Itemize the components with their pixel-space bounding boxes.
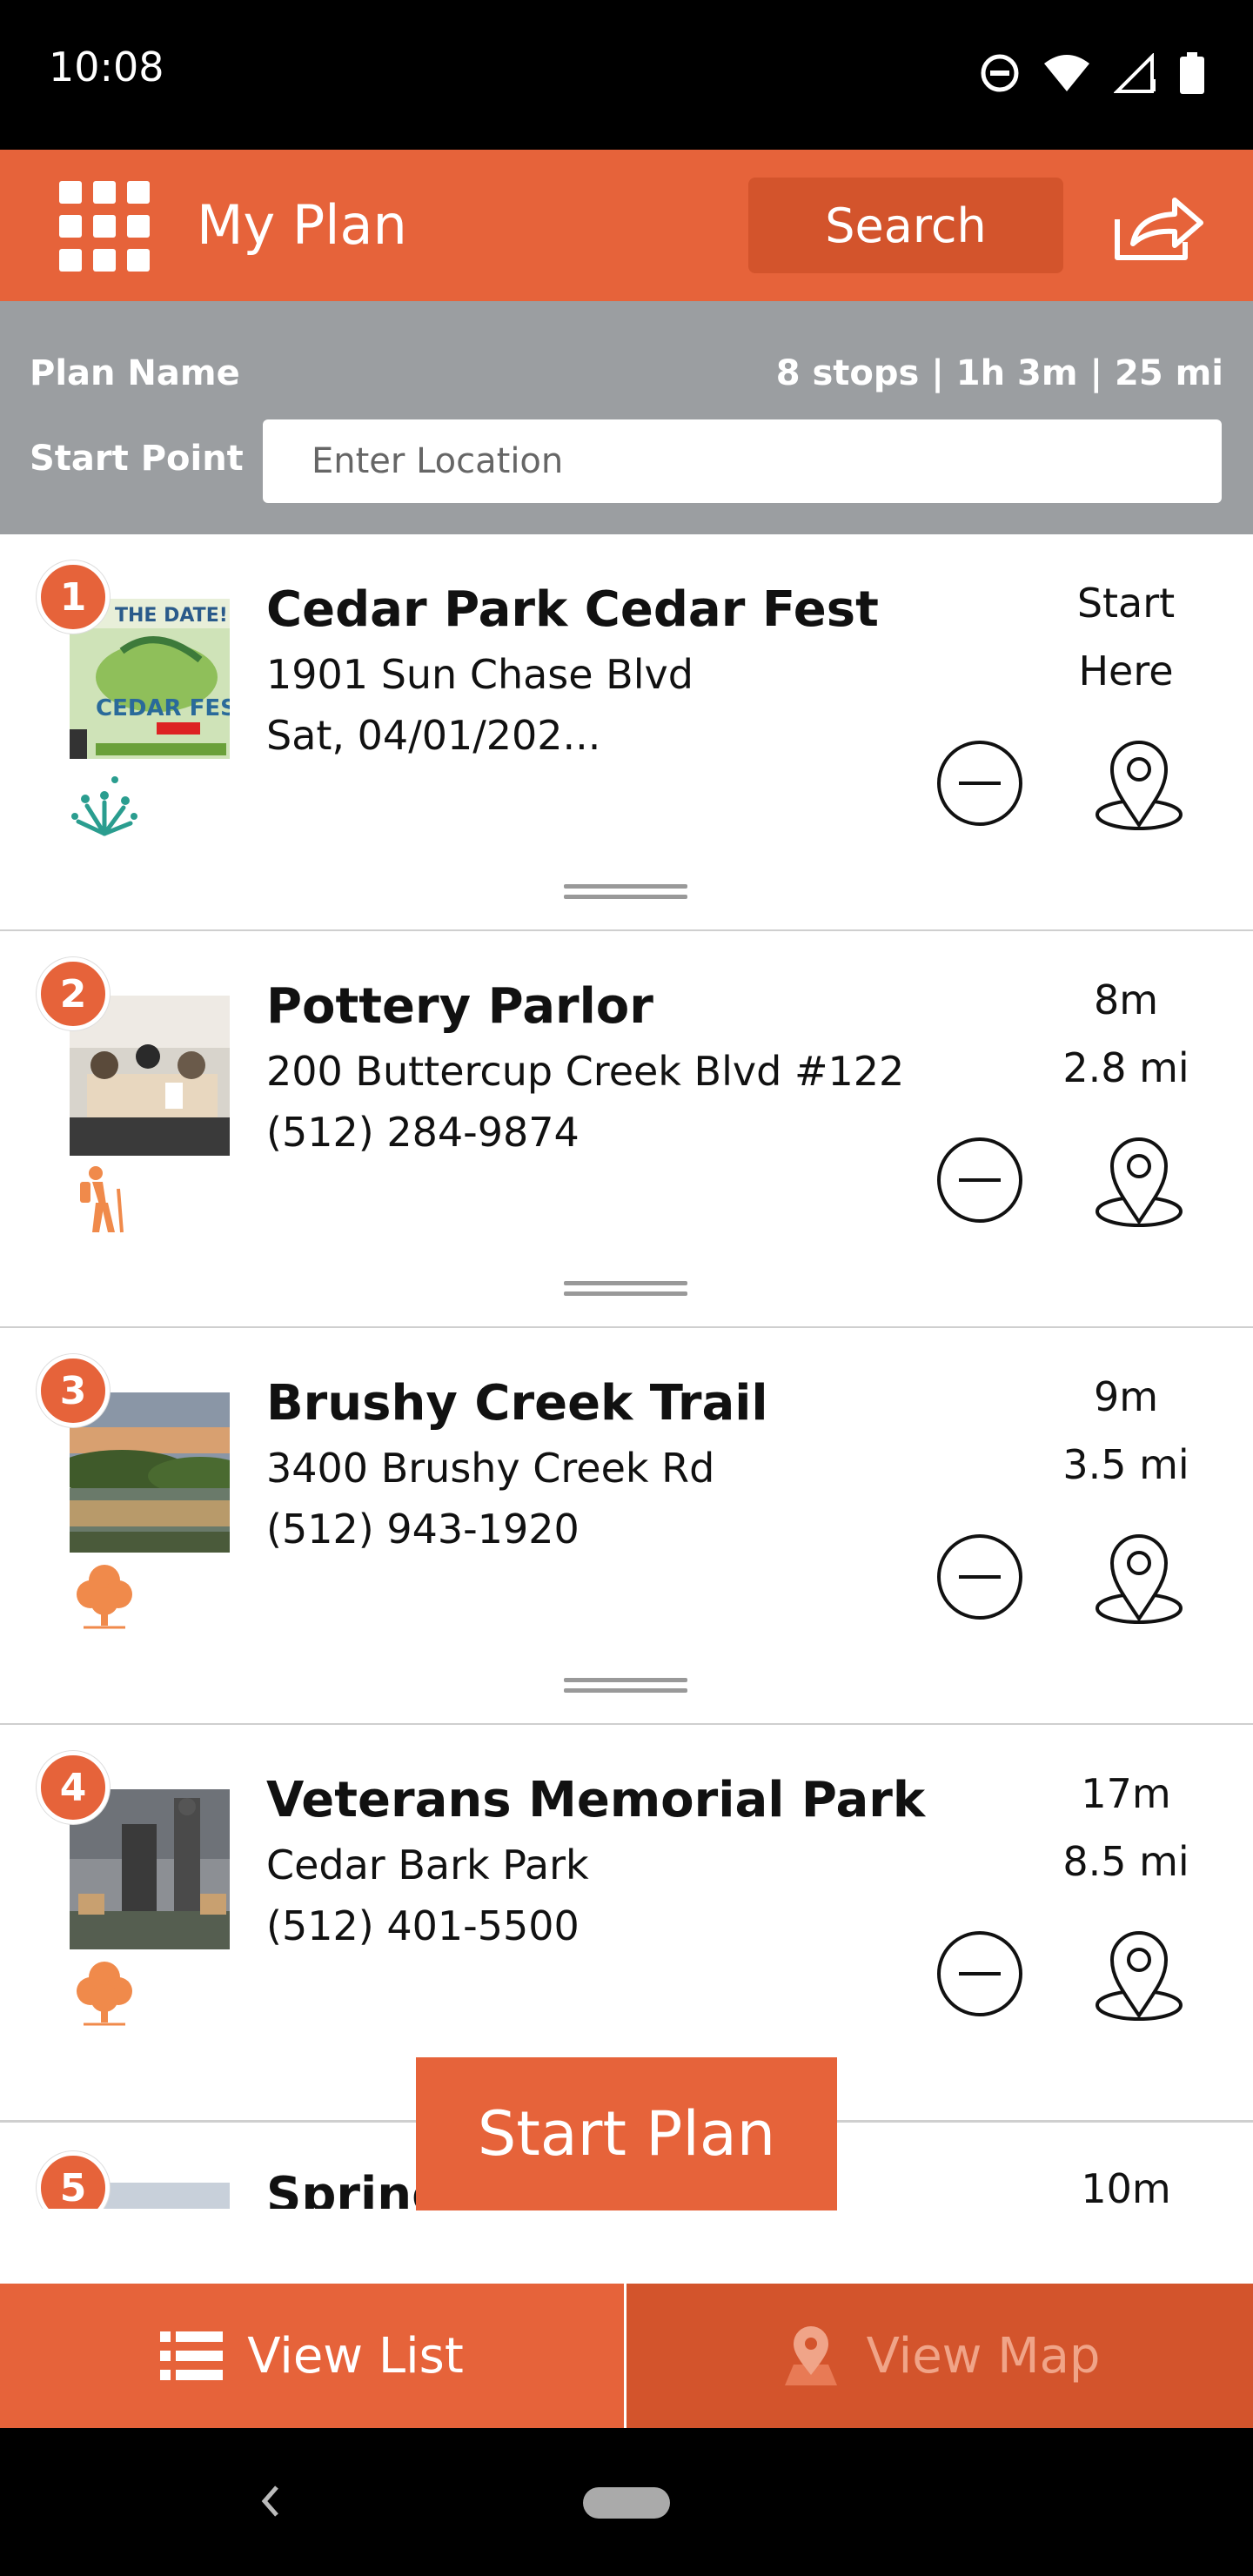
map-pin-icon[interactable] [1093,1131,1185,1229]
system-nav-bar [0,2428,1253,2576]
map-pin-icon [784,2326,837,2385]
stop-name[interactable]: Cedar Park Cedar Fest [266,581,879,638]
fireworks-icon [71,776,137,836]
stop-travel-time: 9m [1093,1373,1159,1420]
stop-address: Cedar Bark Park [266,1841,589,1888]
stop-travel-time: 8m [1093,976,1159,1023]
stop-number-badge: 2 [37,957,110,1030]
search-button[interactable]: Search [748,178,1063,273]
stop-travel-time: 10m [1081,2165,1171,2209]
stop-thumbnail [103,2183,230,2209]
plan-name-label[interactable]: Plan Name [30,353,240,393]
stop-detail: Sat, 04/01/202... [266,712,601,759]
hiker-icon [80,1166,124,1233]
back-icon[interactable] [252,2475,287,2527]
stop-travel-time: Start [1076,580,1176,627]
home-pill[interactable] [583,2487,670,2519]
drag-handle-icon[interactable] [564,884,687,902]
stop-number-badge: 1 [37,560,110,634]
do-not-disturb-icon [981,54,1019,92]
drag-handle-icon[interactable] [564,1678,687,1695]
stop-item[interactable]: 2 Pottery Parlor 200 Buttercup Creek Blv… [0,931,1253,1329]
remove-stop-button[interactable] [935,738,1025,828]
start-location-input[interactable] [263,419,1222,503]
map-pin-icon[interactable] [1093,1528,1185,1626]
map-pin-icon[interactable] [1093,1925,1185,2023]
list-icon [160,2331,224,2380]
drag-handle-icon[interactable] [564,1281,687,1298]
tab-view-list[interactable]: View List [0,2284,626,2428]
tab-view-map[interactable]: View Map [626,2284,1253,2428]
stop-phone[interactable]: (512) 401-5500 [266,1902,580,1949]
tree-icon [77,1565,132,1629]
map-pin-icon[interactable] [1093,735,1185,832]
stop-number-badge: 5 [37,2151,110,2209]
tree-icon [77,1962,132,2026]
stop-travel-time: 17m [1081,1770,1171,1817]
bottom-tab-bar: View List View Map [0,2284,1253,2428]
stop-item[interactable]: 3 Brushy Creek Trail 3400 Brushy Creek R… [0,1328,1253,1726]
status-bar: 10:08 [0,0,1253,150]
stop-phone[interactable]: (512) 943-1920 [266,1506,580,1553]
tab-view-map-label: View Map [866,2327,1101,2385]
battery-icon [1180,52,1204,94]
stop-item[interactable]: 1 THE DATE! CEDAR FEST Cedar Park Cedar … [0,534,1253,932]
signal-icon [1114,53,1156,93]
status-time: 10:08 [49,44,164,91]
page-title: My Plan [197,193,407,257]
stop-distance: 2.8 mi [1062,1044,1189,1091]
grid-menu-icon[interactable] [59,181,150,272]
stop-distance: Here [1078,647,1174,694]
stop-address: 200 Buttercup Creek Blvd #122 [266,1048,905,1095]
start-point-label: Start Point [30,439,244,479]
stop-address: 3400 Brushy Creek Rd [266,1445,715,1492]
stop-distance: 3.5 mi [1062,1441,1189,1488]
svg-text:CEDAR FEST: CEDAR FEST [96,695,230,721]
app-header: My Plan Search [0,150,1253,301]
stop-address: 1901 Sun Chase Blvd [266,651,694,698]
stop-distance: 8.5 mi [1062,1838,1189,1885]
svg-text:THE DATE!: THE DATE! [115,605,228,627]
plan-stats: 8 stops | 1h 3m | 25 mi [775,353,1223,393]
stop-name[interactable]: Veterans Memorial Park [266,1772,925,1828]
plan-info-bar: Plan Name 8 stops | 1h 3m | 25 mi Start … [0,301,1253,534]
status-icons [980,49,1204,97]
start-plan-button[interactable]: Start Plan [416,2057,837,2210]
stop-number-badge: 4 [37,1751,110,1824]
tab-view-list-label: View List [247,2327,464,2385]
remove-stop-button[interactable] [935,1532,1025,1622]
stop-name[interactable]: Pottery Parlor [266,978,653,1035]
stop-phone[interactable]: (512) 284-9874 [266,1109,580,1156]
stop-name[interactable]: Brushy Creek Trail [266,1375,768,1432]
remove-stop-button[interactable] [935,1135,1025,1225]
share-icon[interactable] [1110,193,1206,263]
stop-number-badge: 3 [37,1354,110,1427]
wifi-icon [1044,55,1089,91]
remove-stop-button[interactable] [935,1929,1025,2019]
